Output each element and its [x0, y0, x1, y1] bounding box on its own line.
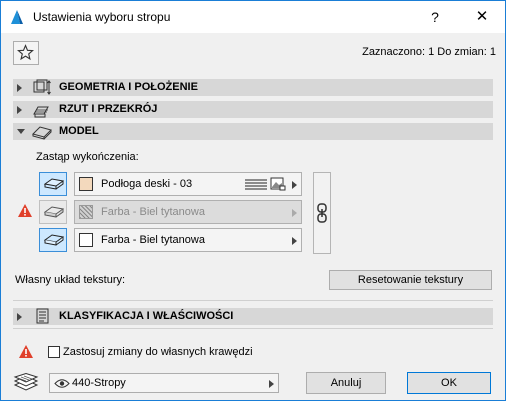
warning-icon — [19, 345, 33, 358]
selection-info: Zaznaczono: 1 Do zmian: 1 — [362, 46, 496, 58]
layer-name: 440-Stropy — [72, 377, 126, 389]
chevron-right-icon — [17, 106, 22, 114]
chevron-right-icon — [17, 84, 22, 92]
star-icon — [17, 44, 34, 61]
chevron-right-icon — [292, 209, 297, 217]
dialog-window: Ustawienia wyboru stropu ? ✕ Zaznaczono:… — [0, 0, 506, 401]
custom-texture-label: Własny układ tekstury: — [15, 274, 126, 286]
reset-texture-button[interactable]: Resetowanie tekstury — [329, 270, 492, 290]
layers-icon — [13, 373, 39, 391]
favorites-button[interactable] — [13, 41, 39, 65]
panel-plan-label: RZUT I PRZEKRÓJ — [59, 103, 158, 115]
eye-icon — [54, 379, 70, 388]
layer-dropdown[interactable]: 440-Stropy — [49, 373, 279, 393]
panel-model[interactable]: MODEL — [13, 123, 493, 140]
bottom-surface-material[interactable]: Farba - Biel tytanowa — [74, 228, 302, 252]
panel-geometry[interactable]: GEOMETRIA I POŁOŻENIE — [13, 79, 493, 96]
warning-icon — [18, 204, 32, 217]
apply-to-custom-edges-label: Zastosuj zmiany do własnych krawędzi — [63, 346, 253, 358]
side-surface-toggle[interactable] — [39, 200, 67, 224]
slab-bottom-surface-icon — [44, 234, 64, 246]
side-surface-material[interactable]: Farba - Biel tytanowa — [74, 200, 302, 224]
override-surfaces-label: Zastąp wykończenia: — [36, 151, 139, 163]
geometry-icon — [33, 79, 51, 95]
material-name: Farba - Biel tytanowa — [101, 234, 205, 246]
material-name: Podłoga deski - 03 — [101, 178, 193, 190]
close-button[interactable]: ✕ — [467, 5, 497, 29]
material-swatch-hatch — [79, 205, 93, 219]
material-swatch — [79, 177, 93, 191]
material-swatch — [79, 233, 93, 247]
ok-button[interactable]: OK — [407, 372, 491, 394]
help-button[interactable]: ? — [425, 7, 445, 27]
vectorial-hatch-icon — [245, 179, 267, 190]
chain-link-icon — [317, 203, 327, 223]
divider — [13, 300, 493, 301]
texture-image-icon — [270, 177, 286, 191]
top-surface-material[interactable]: Podłoga deski - 03 — [74, 172, 302, 196]
panel-classification[interactable]: KLASYFIKACJA I WŁAŚCIWOŚCI — [13, 308, 493, 325]
chevron-right-icon — [17, 313, 22, 321]
chevron-down-icon — [17, 129, 25, 134]
cancel-button[interactable]: Anuluj — [306, 372, 386, 394]
document-list-icon — [36, 308, 49, 324]
panel-geometry-label: GEOMETRIA I POŁOŻENIE — [59, 81, 198, 93]
plan-section-icon — [33, 106, 49, 118]
apply-to-custom-edges-checkbox[interactable] — [48, 346, 60, 358]
divider — [13, 328, 493, 329]
material-name: Farba - Biel tytanowa — [101, 206, 205, 218]
link-materials-button[interactable] — [313, 172, 331, 254]
panel-model-label: MODEL — [59, 125, 99, 137]
panel-plan-section[interactable]: RZUT I PRZEKRÓJ — [13, 101, 493, 118]
archicad-logo-icon — [11, 10, 23, 24]
bottom-surface-toggle[interactable] — [39, 228, 67, 252]
window-title: Ustawienia wyboru stropu — [33, 10, 171, 24]
slab-side-surface-icon — [44, 206, 64, 218]
chevron-right-icon — [269, 380, 274, 388]
chevron-right-icon — [292, 181, 297, 189]
title-bar: Ustawienia wyboru stropu ? ✕ — [1, 1, 505, 33]
panel-classification-label: KLASYFIKACJA I WŁAŚCIWOŚCI — [59, 310, 234, 322]
model-icon — [32, 126, 52, 140]
slab-top-surface-icon — [44, 178, 64, 190]
top-surface-toggle[interactable] — [39, 172, 67, 196]
chevron-right-icon — [292, 237, 297, 245]
